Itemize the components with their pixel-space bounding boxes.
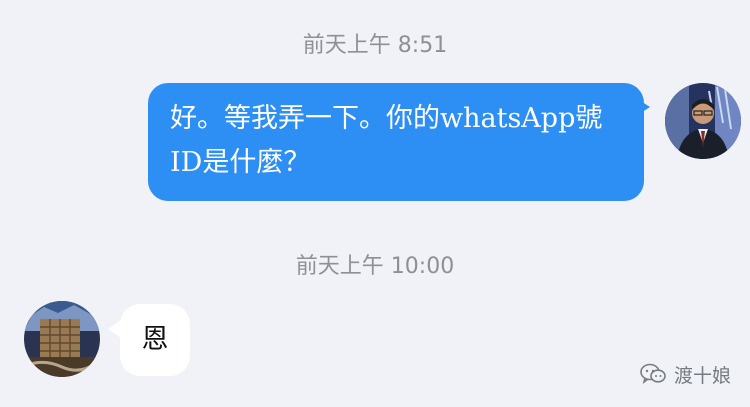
bubble-tail — [636, 98, 650, 116]
message-text: 恩 — [141, 324, 169, 355]
watermark: 渡十娘 — [640, 360, 731, 388]
incoming-message-bubble[interactable]: 恩 — [120, 304, 190, 376]
contact-photo-icon — [24, 301, 100, 377]
avatar-contact[interactable] — [24, 301, 100, 377]
avatar-self[interactable] — [665, 83, 741, 159]
message-text-line: 好。等我弄一下。你的whatsApp號 — [170, 103, 603, 134]
message-timestamp: 前天上午 8:51 — [302, 33, 448, 58]
watermark-text: 渡十娘 — [674, 364, 732, 387]
message-timestamp: 前天上午 10:00 — [295, 254, 455, 279]
message-text-line: ID是什麼？ — [170, 147, 311, 178]
user-photo-icon — [665, 83, 741, 159]
wechat-icon — [640, 363, 666, 384]
outgoing-message-bubble[interactable]: 好。等我弄一下。你的whatsApp號 ID是什麼？ — [148, 83, 644, 201]
